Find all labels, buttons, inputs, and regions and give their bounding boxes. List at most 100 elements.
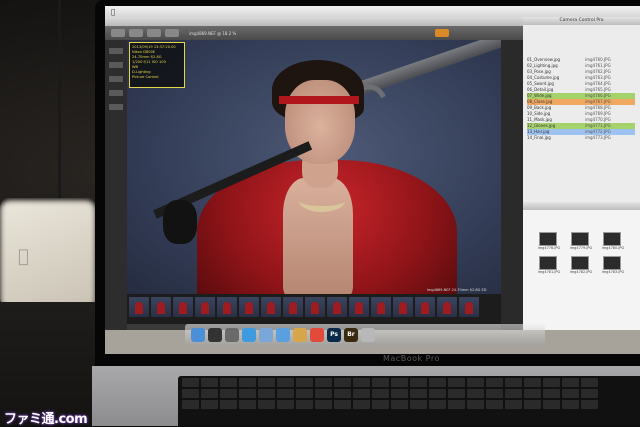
- editor-toolbar: img4869.NEF @ 18.2 %: [105, 26, 523, 40]
- dock-bridge-icon[interactable]: Br: [344, 328, 358, 342]
- keyboard-key: [220, 378, 237, 387]
- filmstrip-thumbnail[interactable]: [217, 297, 237, 317]
- keyboard-key: [372, 389, 389, 398]
- file-name: img4779.JPG: [569, 246, 593, 250]
- apple-menu-icon[interactable]: : [111, 8, 115, 16]
- keyboard-key: [467, 400, 484, 409]
- apple-logo-icon: : [18, 246, 38, 268]
- file-thumbnail-icon[interactable]: img4780.JPG: [602, 232, 624, 250]
- keyboard-key: [277, 378, 294, 387]
- dock-finder-icon[interactable]: [191, 328, 205, 342]
- dock: Ps Br: [185, 324, 545, 346]
- keyboard-key: [277, 400, 294, 409]
- list-item[interactable]: 14_Final.jpg img4773.JPG: [527, 135, 635, 141]
- laptop-brand-label: MacBook Pro: [383, 354, 440, 363]
- keyboard-key: [467, 389, 484, 398]
- file-name: img4778.JPG: [537, 246, 561, 250]
- keyboard-key: [201, 400, 218, 409]
- filmstrip-thumbnail[interactable]: [239, 297, 259, 317]
- dock-itunes-icon[interactable]: [276, 328, 290, 342]
- keyboard-key: [429, 378, 446, 387]
- filmstrip-thumbnail[interactable]: [195, 297, 215, 317]
- filmstrip-thumbnail[interactable]: [283, 297, 303, 317]
- panel-tool[interactable]: [109, 76, 123, 82]
- filmstrip-thumbnail[interactable]: [371, 297, 391, 317]
- keyboard: [178, 376, 640, 426]
- panel-tool[interactable]: [109, 90, 123, 96]
- file-name: img4782.JPG: [569, 270, 593, 274]
- metadata-overlay: 2013/09/19 13:37:20.00 Nikon D800E 24-70…: [129, 42, 185, 88]
- file-thumbnail-icon[interactable]: img4781.JPG: [538, 256, 560, 274]
- keyboard-key: [505, 389, 522, 398]
- toolbar-button[interactable]: [129, 29, 143, 37]
- keyboard-key: [315, 378, 332, 387]
- airport-base-station: : [0, 198, 96, 308]
- dock-preview-icon[interactable]: [293, 328, 307, 342]
- photo-canvas[interactable]: 2013/09/19 13:37:20.00 Nikon D800E 24-70…: [127, 40, 501, 294]
- file-thumbnail-icon[interactable]: img4779.JPG: [570, 232, 592, 250]
- keyboard-key: [334, 389, 351, 398]
- icon-grid: img4778.JPG img4779.JPG img4780.JPG img4781…: [523, 210, 640, 274]
- window-title: Camera Control Pro: [523, 17, 640, 25]
- menu-bar: : [105, 6, 640, 17]
- filmstrip-thumbnail[interactable]: [151, 297, 171, 317]
- keyboard-key: [296, 389, 313, 398]
- filmstrip-thumbnail[interactable]: [393, 297, 413, 317]
- watermark-logo: ファミ通.com: [4, 412, 88, 427]
- keyboard-key: [391, 378, 408, 387]
- filmstrip-thumbnail[interactable]: [349, 297, 369, 317]
- filmstrip-thumbnail[interactable]: [173, 297, 193, 317]
- filmstrip-thumbnail[interactable]: [327, 297, 347, 317]
- keyboard-key: [486, 378, 503, 387]
- keyboard-key: [220, 400, 237, 409]
- keyboard-key: [372, 378, 389, 387]
- toolbar-button[interactable]: [111, 29, 125, 37]
- keyboard-key: [486, 389, 503, 398]
- keyboard-key: [353, 389, 370, 398]
- panel-tool[interactable]: [109, 48, 123, 54]
- keyboard-key: [391, 389, 408, 398]
- keyboard-key: [182, 389, 199, 398]
- black-glove: [163, 200, 197, 244]
- file-thumbnail-icon[interactable]: img4778.JPG: [538, 232, 560, 250]
- file-thumbnail-icon[interactable]: img4782.JPG: [570, 256, 592, 274]
- editor-title-bar: [105, 17, 523, 26]
- window-title: [523, 202, 640, 210]
- keyboard-key: [505, 378, 522, 387]
- dock-photoshop-icon[interactable]: Ps: [327, 328, 341, 342]
- toolbar-button[interactable]: [165, 29, 179, 37]
- keyboard-key: [239, 389, 256, 398]
- keyboard-key: [581, 389, 598, 398]
- panel-tool[interactable]: [109, 62, 123, 68]
- dock-mail-icon[interactable]: [259, 328, 273, 342]
- filmstrip-thumbnail[interactable]: [129, 297, 149, 317]
- toolbar-highlight-button[interactable]: [435, 29, 449, 37]
- dock-safari-icon[interactable]: [242, 328, 256, 342]
- keyboard-key: [448, 378, 465, 387]
- filmstrip-thumbnail[interactable]: [415, 297, 435, 317]
- dock-trash-icon[interactable]: [361, 328, 375, 342]
- keyboard-key: [543, 378, 560, 387]
- dock-dashboard-icon[interactable]: [208, 328, 222, 342]
- keyboard-key: [543, 389, 560, 398]
- filmstrip-thumbnail[interactable]: [261, 297, 281, 317]
- keyboard-key: [277, 389, 294, 398]
- filename-label: img4869.NEF @ 18.2 %: [189, 30, 237, 36]
- filmstrip-thumbnail[interactable]: [305, 297, 325, 317]
- keyboard-key: [239, 400, 256, 409]
- panel-tool[interactable]: [109, 104, 123, 110]
- keyboard-key: [505, 400, 522, 409]
- file-thumbnail-icon[interactable]: img4783.JPG: [602, 256, 624, 274]
- dock-mission-control-icon[interactable]: [225, 328, 239, 342]
- keyboard-key: [448, 389, 465, 398]
- keyboard-key: [182, 400, 199, 409]
- toolbar-button[interactable]: [147, 29, 161, 37]
- keyboard-key: [410, 400, 427, 409]
- filmstrip-thumbnail[interactable]: [459, 297, 479, 317]
- dock-calendar-icon[interactable]: [310, 328, 324, 342]
- keyboard-key: [429, 400, 446, 409]
- keyboard-key: [524, 400, 541, 409]
- filmstrip-thumbnail[interactable]: [437, 297, 457, 317]
- keyboard-key: [562, 389, 579, 398]
- editor-right-panel: [501, 40, 523, 330]
